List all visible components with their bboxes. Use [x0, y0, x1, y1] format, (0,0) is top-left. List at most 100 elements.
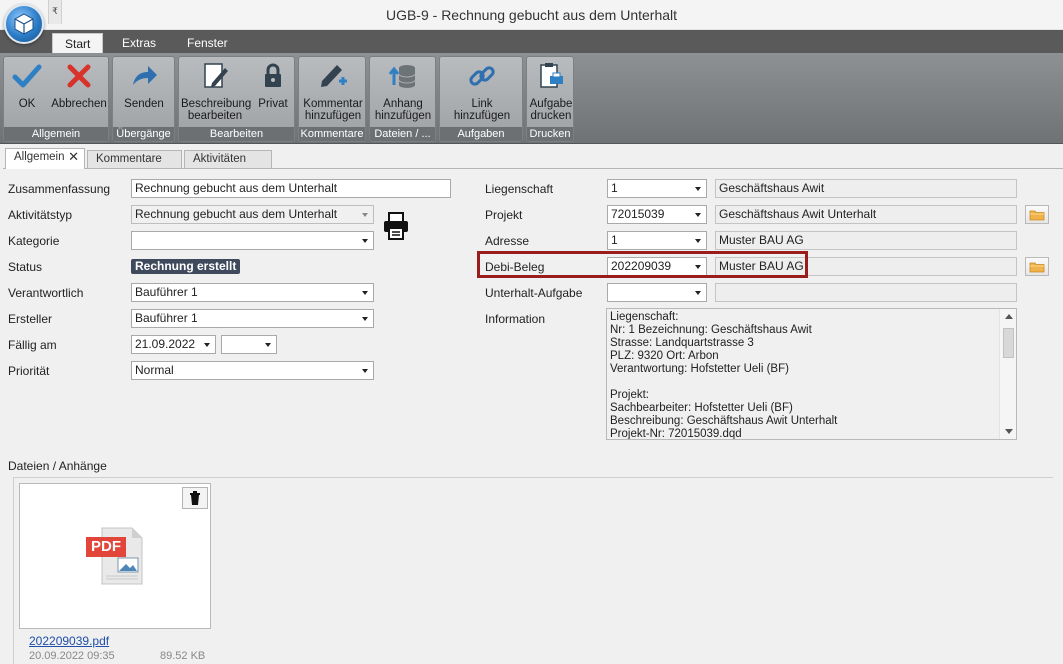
prioritaet-select[interactable]: Normal [131, 361, 374, 380]
file-name-link[interactable]: 202209039.pdf [29, 634, 109, 648]
folder-icon [1029, 210, 1045, 220]
add-attachment-button[interactable]: Anhang hinzufügen [372, 59, 434, 122]
chevron-down-icon [695, 291, 701, 295]
ersteller-value: Bauführer 1 [135, 311, 198, 325]
add-comment-button[interactable]: Kommentar hinzufügen [301, 59, 365, 122]
projekt-open-button[interactable] [1025, 205, 1049, 224]
scroll-up-icon[interactable] [1005, 314, 1013, 319]
attachments-label: Dateien / Anhänge [8, 459, 107, 473]
chevron-down-icon [362, 317, 368, 321]
close-icon [67, 64, 91, 88]
ok-button[interactable]: OK [8, 59, 46, 110]
information-line: PLZ: 9320 Ort: Arbon [610, 350, 719, 362]
ok-label: OK [18, 98, 36, 110]
tab-extras[interactable]: Extras [110, 33, 168, 53]
add-link-button[interactable]: Link hinzufügen [442, 59, 522, 122]
information-line: Verantwortung: Hofstetter Ueli (BF) [610, 363, 789, 375]
cancel-button[interactable]: Abbrechen [50, 59, 108, 110]
add-comment-label-1: Kommentar [303, 98, 363, 110]
group-drucken: Aufgabe drucken Drucken [526, 56, 574, 142]
debi-beleg-open-button[interactable] [1025, 257, 1049, 276]
group-bearbeiten: Beschreibung bearbeiten Privat Bearbeite… [178, 56, 295, 142]
print-task-label-1: Aufgabe [529, 98, 573, 110]
tab-kommentare[interactable]: Kommentare [87, 150, 182, 168]
tab-start[interactable]: Start [52, 33, 104, 53]
kategorie-select[interactable] [131, 231, 374, 250]
database-upload-icon [388, 65, 416, 88]
group-label: Drucken [527, 127, 573, 141]
trash-icon [190, 491, 200, 505]
information-line [610, 376, 1013, 389]
ribbon-tab-bar: Start Extras Fenster [0, 30, 1063, 53]
liegenschaft-value: 1 [611, 181, 618, 195]
chevron-down-icon [362, 291, 368, 295]
add-comment-label-2: hinzufügen [304, 110, 362, 122]
faellig-time-picker[interactable] [221, 335, 277, 354]
delete-file-button[interactable] [182, 487, 208, 509]
title-bar: ₹ UGB-9 - Rechnung gebucht aus dem Unter… [0, 0, 1063, 30]
print-task-button[interactable]: Aufgabe drucken [528, 59, 574, 122]
chevron-down-icon [362, 369, 368, 373]
information-scrollbar[interactable] [999, 309, 1016, 439]
chevron-down-icon [362, 239, 368, 243]
projekt-label: Projekt [485, 208, 523, 222]
tab-allgemein[interactable]: Allgemein ✕ [5, 148, 85, 169]
lock-icon [265, 63, 281, 87]
close-icon[interactable]: ✕ [68, 149, 79, 165]
verantwortlich-select[interactable]: Bauführer 1 [131, 283, 374, 302]
information-textarea[interactable]: Liegenschaft: Nr: 1 Bezeichnung: Geschäf… [606, 308, 1017, 440]
projekt-value: 72015039 [611, 207, 665, 221]
information-line: Sachbearbeiter: Hofstetter Ueli (BF) [610, 402, 793, 414]
senden-label: Senden [124, 98, 164, 110]
ersteller-label: Ersteller [8, 312, 53, 326]
group-label: Kommentare [299, 127, 365, 141]
chevron-down-icon [265, 343, 271, 347]
pdf-badge: PDF [86, 537, 126, 557]
edit-document-icon [204, 63, 228, 88]
aktivitaetstyp-label: Aktivitätstyp [8, 208, 73, 222]
group-aufgaben: Link hinzufügen Aufgaben [439, 56, 523, 142]
verantwortlich-label: Verantwortlich [8, 286, 84, 300]
tab-fenster[interactable]: Fenster [175, 33, 240, 53]
adresse-select[interactable]: 1 [607, 231, 707, 250]
prioritaet-value: Normal [135, 363, 174, 377]
projekt-select[interactable]: 72015039 [607, 205, 707, 224]
edit-description-label-1: Beschreibung [181, 98, 252, 110]
faellig-label: Fällig am [8, 338, 57, 352]
folder-icon [1029, 262, 1045, 272]
information-line: Projekt-Nr: 72015039.dqd [610, 428, 742, 440]
privat-button[interactable]: Privat [253, 59, 293, 110]
information-line: Beschreibung: Geschäftshaus Awit Unterha… [610, 415, 838, 427]
liegenschaft-select[interactable]: 1 [607, 179, 707, 198]
file-card[interactable]: PDF [19, 483, 211, 629]
cancel-label: Abbrechen [51, 98, 107, 110]
information-line: Strasse: Landquartstrasse 3 [610, 337, 754, 349]
add-attachment-label-2: hinzufügen [374, 110, 432, 122]
privat-label: Privat [258, 98, 288, 110]
zusammenfassung-field[interactable]: Rechnung gebucht aus dem Unterhalt [131, 179, 451, 198]
scroll-down-icon[interactable] [1005, 429, 1013, 434]
prioritaet-label: Priorität [8, 364, 50, 378]
group-uebergaenge: Senden Übergänge [112, 56, 175, 142]
scrollbar-thumb[interactable] [1003, 328, 1014, 358]
status-badge: Rechnung erstellt [131, 259, 241, 274]
edit-description-label-2: bearbeiten [187, 110, 243, 122]
projekt-detail: Geschäftshaus Awit Unterhalt [715, 205, 1017, 224]
aktivitaetstyp-select[interactable]: Rechnung gebucht aus dem Unterhalt [131, 205, 374, 224]
information-label: Information [485, 312, 546, 326]
edit-description-button[interactable]: Beschreibung bearbeiten [181, 59, 252, 122]
senden-button[interactable]: Senden [116, 59, 172, 110]
window-title: UGB-9 - Rechnung gebucht aus dem Unterha… [385, 7, 678, 23]
ersteller-select[interactable]: Bauführer 1 [131, 309, 374, 328]
information-line: Projekt: [610, 389, 649, 401]
pen-plus-icon [321, 65, 347, 87]
status-label: Status [8, 260, 43, 274]
file-size: 89.52 KB [160, 650, 206, 662]
app-menu-button[interactable] [4, 4, 44, 44]
tab-aktivitaeten[interactable]: Aktivitäten [184, 150, 272, 168]
printer-icon[interactable] [382, 211, 410, 244]
unterhalt-aufgabe-label: Unterhalt-Aufgabe [485, 286, 583, 300]
faellig-date-picker[interactable]: 21.09.2022 [131, 335, 216, 354]
unterhalt-aufgabe-select[interactable] [607, 283, 707, 302]
group-kommentare: Kommentar hinzufügen Kommentare [298, 56, 366, 142]
